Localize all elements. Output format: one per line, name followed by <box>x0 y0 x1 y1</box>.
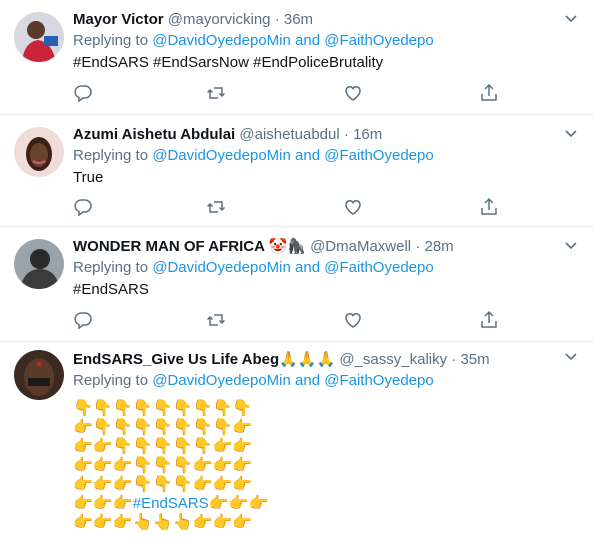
share-icon[interactable] <box>479 83 499 103</box>
mention-link[interactable]: @FaithOyedepo <box>324 259 433 276</box>
chevron-down-icon[interactable] <box>564 127 578 141</box>
tweet[interactable]: Mayor Victor @mayorvicking · 36m Replyin… <box>0 0 594 115</box>
replying-and: and <box>295 147 321 164</box>
retweet-icon[interactable] <box>206 83 226 103</box>
avatar[interactable] <box>14 239 64 289</box>
like-icon[interactable] <box>343 310 363 330</box>
author-handle[interactable]: @mayorvicking <box>168 11 271 28</box>
replying-to: Replying to @DavidOyedepoMin and @FaithO… <box>73 370 554 392</box>
replying-to: Replying to @DavidOyedepoMin and @FaithO… <box>73 145 554 167</box>
avatar[interactable] <box>14 127 64 177</box>
replying-and: and <box>295 32 321 49</box>
mention-link[interactable]: @DavidOyedepoMin <box>152 32 291 49</box>
separator-dot: · <box>451 351 457 368</box>
separator-dot: · <box>343 126 349 143</box>
emoji-row: 👉👇👇👇👇👇👇👇👉 <box>73 417 253 436</box>
emoji-row: 👉👉👉👆👆👆👉👉👉 <box>73 512 253 531</box>
replying-label: Replying to <box>73 32 149 49</box>
reply-feed: Mayor Victor @mayorvicking · 36m Replyin… <box>0 0 594 538</box>
replying-and: and <box>295 372 321 389</box>
timestamp[interactable]: 16m <box>353 126 382 143</box>
replying-to: Replying to @DavidOyedepoMin and @FaithO… <box>73 30 554 52</box>
like-icon[interactable] <box>343 83 363 103</box>
emoji-row: 👇👇👇👇👇👇👇👇👇 <box>73 398 253 417</box>
replying-to: Replying to @DavidOyedepoMin and @FaithO… <box>73 257 554 279</box>
hashtag-links[interactable]: #EndSARS #EndSarsNow #EndPoliceBrutality <box>73 52 554 74</box>
emoji-prefix: 👉👉👉 <box>73 493 133 512</box>
replying-label: Replying to <box>73 259 149 276</box>
emoji-art: 👇👇👇👇👇👇👇👇👇 👉👇👇👇👇👇👇👇👉 👉👉👇👇👇👇👇👉👉 👉👉👉👇👇👇👉👉👉 … <box>73 398 554 531</box>
replying-and: and <box>295 259 321 276</box>
chevron-down-icon[interactable] <box>564 12 578 26</box>
reply-icon[interactable] <box>73 197 93 217</box>
replying-label: Replying to <box>73 147 149 164</box>
timestamp[interactable]: 35m <box>460 351 489 368</box>
retweet-icon[interactable] <box>206 197 226 217</box>
timestamp[interactable]: 28m <box>424 238 453 255</box>
reply-icon[interactable] <box>73 83 93 103</box>
hashtag-link[interactable]: #EndSARS <box>133 495 209 512</box>
tweet[interactable]: WONDER MAN OF AFRICA 🤡🦍 @DmaMaxwell · 28… <box>0 227 594 342</box>
avatar[interactable] <box>14 350 64 400</box>
author-handle[interactable]: @aishetuabdul <box>239 126 339 143</box>
tweet[interactable]: EndSARS_Give Us Life Abeg🙏🙏🙏 @_sassy_kal… <box>0 342 594 538</box>
tweet[interactable]: Azumi Aishetu Abdulai @aishetuabdul · 16… <box>0 115 594 227</box>
share-icon[interactable] <box>479 197 499 217</box>
author-handle[interactable]: @DmaMaxwell <box>310 238 411 255</box>
like-icon[interactable] <box>343 197 363 217</box>
avatar[interactable] <box>14 12 64 62</box>
author-name[interactable]: WONDER MAN OF AFRICA 🤡🦍 <box>73 238 306 255</box>
emoji-row: 👉👉👉👇👇👇👉👉👉 <box>73 474 253 493</box>
chevron-down-icon[interactable] <box>564 239 578 253</box>
separator-dot: · <box>415 238 421 255</box>
replying-label: Replying to <box>73 372 149 389</box>
mention-link[interactable]: @DavidOyedepoMin <box>152 372 291 389</box>
timestamp[interactable]: 36m <box>284 11 313 28</box>
share-icon[interactable] <box>479 310 499 330</box>
emoji-hashtag-row: 👉👉👉#EndSARS👉👉👉 <box>73 493 554 512</box>
reply-icon[interactable] <box>73 310 93 330</box>
chevron-down-icon[interactable] <box>564 350 578 364</box>
hashtag-link[interactable]: #EndSARS <box>73 279 554 301</box>
separator-dot: · <box>274 11 280 28</box>
mention-link[interactable]: @FaithOyedepo <box>324 372 433 389</box>
author-name[interactable]: EndSARS_Give Us Life Abeg🙏🙏🙏 <box>73 351 335 368</box>
mention-link[interactable]: @DavidOyedepoMin <box>152 259 291 276</box>
author-name[interactable]: Mayor Victor <box>73 11 164 28</box>
tweet-text: True <box>73 169 104 186</box>
emoji-row: 👉👉👇👇👇👇👇👉👉 <box>73 436 253 455</box>
emoji-suffix: 👉👉👉 <box>208 493 269 512</box>
mention-link[interactable]: @FaithOyedepo <box>324 147 433 164</box>
mention-link[interactable]: @DavidOyedepoMin <box>152 147 291 164</box>
retweet-icon[interactable] <box>206 310 226 330</box>
emoji-row: 👉👉👉👇👇👇👉👉👉 <box>73 455 253 474</box>
author-handle[interactable]: @_sassy_kaliky <box>339 351 447 368</box>
author-name[interactable]: Azumi Aishetu Abdulai <box>73 126 235 143</box>
mention-link[interactable]: @FaithOyedepo <box>324 32 433 49</box>
